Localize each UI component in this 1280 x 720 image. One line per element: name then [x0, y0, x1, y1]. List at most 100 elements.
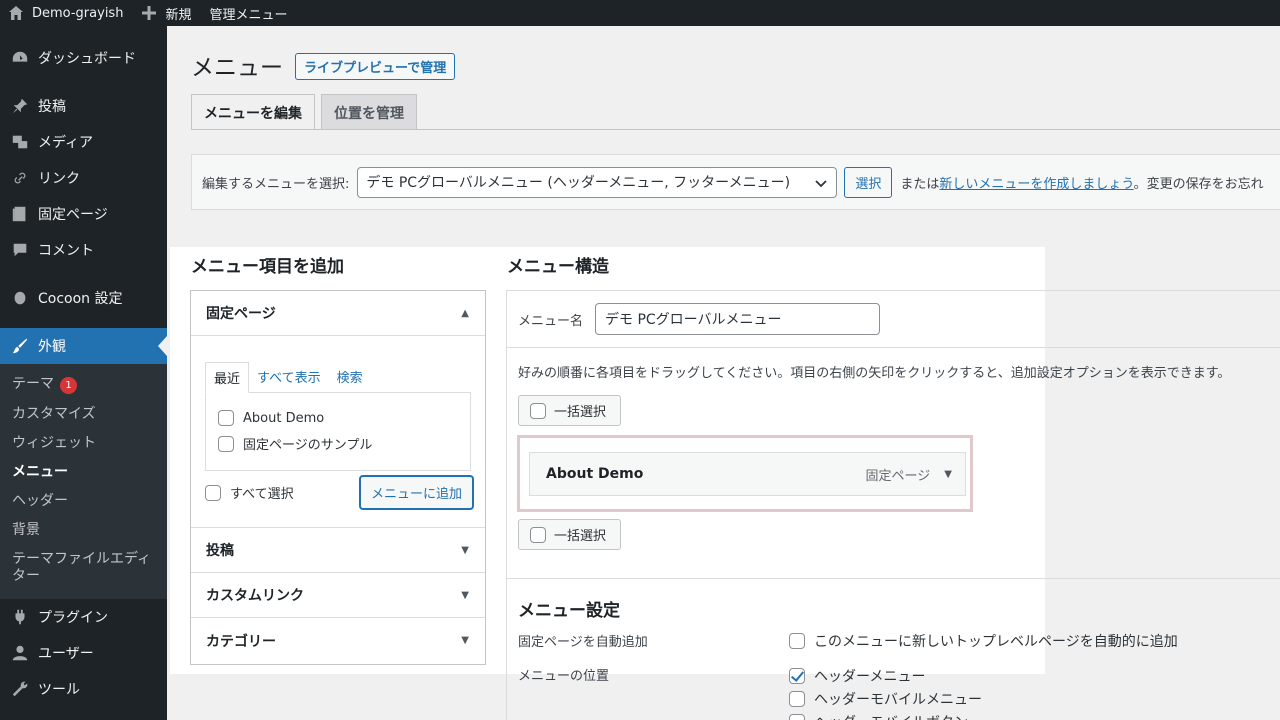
house-icon: [8, 5, 26, 21]
auto-add-checkbox[interactable]: [789, 633, 805, 649]
triangle-down-icon: ▼: [461, 635, 469, 646]
wrench-icon: [10, 679, 30, 699]
sidebar-item-label: 固定ページ: [38, 207, 108, 223]
select-menu-button[interactable]: 選択: [844, 166, 893, 198]
site-name: Demo-grayish: [32, 5, 124, 21]
media-icon: [10, 132, 30, 152]
bulk-select-button-top[interactable]: 一括選択: [518, 395, 621, 426]
menu-item-title: About Demo: [546, 466, 644, 482]
location-checkbox-header-mobile[interactable]: [789, 691, 805, 707]
chevron-down-icon: [815, 179, 828, 187]
auto-add-option: このメニューに新しいトップレベルページを自動的に追加: [789, 631, 1178, 651]
sidebar-item-appearance[interactable]: 外観: [0, 328, 167, 364]
submenu-widget[interactable]: ウィジェット: [0, 429, 167, 458]
accordion-posts-header[interactable]: 投稿 ▼: [191, 528, 485, 573]
submenu-theme-label: テーマ: [12, 376, 54, 392]
settings-divider: [507, 578, 1280, 579]
accordion-custom-links-header[interactable]: カスタムリンク ▼: [191, 573, 485, 618]
sidebar-item-label: リンク: [38, 171, 80, 187]
menu-select-dropdown[interactable]: デモ PCグローバルメニュー (ヘッダーメニュー, フッターメニュー): [357, 166, 838, 198]
sidebar-item-comments[interactable]: コメント: [0, 232, 167, 268]
tab-edit-menus[interactable]: メニューを編集: [191, 94, 315, 130]
new-content-link[interactable]: 新規: [141, 4, 191, 23]
menu-select-bar: 編集するメニューを選択: デモ PCグローバルメニュー (ヘッダーメニュー, フ…: [191, 154, 1280, 210]
sidebar-item-pages[interactable]: 固定ページ: [0, 196, 167, 232]
accordion-pages-header[interactable]: 固定ページ ▲: [191, 291, 485, 336]
plugin-icon: [10, 607, 30, 627]
page-checkbox-sample[interactable]: [218, 435, 234, 452]
menu-item-controls: 固定ページ ▼: [866, 465, 952, 484]
create-menu-suffix: 。変更の保存をお忘れ: [1133, 176, 1264, 192]
pages-tabs: 最近 すべて表示 検索: [205, 362, 471, 393]
submenu-theme[interactable]: テーマ 1: [0, 370, 167, 400]
bulk-select-checkbox: [530, 402, 546, 419]
menu-location-label: メニューの位置: [518, 669, 610, 684]
admin-bar: Demo-grayish 新規 管理メニュー: [0, 0, 1280, 26]
select-all-checkbox[interactable]: [205, 484, 221, 501]
add-to-menu-button[interactable]: メニューに追加: [359, 476, 473, 509]
tab-show-all[interactable]: すべて表示: [249, 362, 329, 393]
page-checkbox-about[interactable]: [218, 410, 234, 426]
live-preview-button[interactable]: ライブプレビューで管理: [295, 53, 456, 80]
menu-item-about-demo[interactable]: About Demo 固定ページ ▼: [529, 452, 966, 496]
accordion-pages-title: 固定ページ: [206, 306, 276, 322]
sidebar-item-label: コメント: [38, 243, 94, 259]
tab-manage-locations[interactable]: 位置を管理: [321, 94, 417, 130]
menu-select-value: デモ PCグローバルメニュー (ヘッダーメニュー, フッターメニュー): [366, 175, 791, 191]
triangle-down-icon: ▼: [461, 544, 469, 556]
tab-recent[interactable]: 最近: [205, 362, 250, 393]
accordion-categories-header[interactable]: カテゴリー ▼: [191, 618, 485, 663]
submenu-header[interactable]: ヘッダー: [0, 487, 167, 516]
admin-menu-label: 管理メニュー: [209, 7, 288, 23]
create-menu-prefix: または: [900, 176, 940, 192]
recent-pages-panel: About Demo 固定ページのサンプル: [205, 392, 471, 471]
submenu-theme-editor[interactable]: テーマファイルエディター: [0, 545, 167, 591]
location-option-header-mobile-button: ヘッダーモバイルボタン: [789, 712, 968, 720]
bulk-select-button-bottom[interactable]: 一括選択: [518, 519, 621, 550]
site-name-link[interactable]: Demo-grayish: [8, 5, 123, 21]
select-all-label: すべて選択: [230, 487, 294, 502]
location-option-header-mobile: ヘッダーモバイルメニュー: [789, 689, 982, 709]
location-option-label: ヘッダーモバイルメニュー: [814, 692, 982, 708]
tab-search[interactable]: 検索: [329, 362, 371, 393]
sidebar-item-tools[interactable]: ツール: [0, 671, 167, 707]
sidebar-item-users[interactable]: ユーザー: [0, 635, 167, 671]
link-icon: [10, 168, 30, 188]
submenu-background[interactable]: 背景: [0, 516, 167, 545]
menu-name-input[interactable]: デモ PCグローバルメニュー: [595, 303, 881, 335]
brush-icon: [10, 336, 30, 356]
bulk-select-checkbox: [530, 526, 546, 543]
expand-triangle-icon[interactable]: ▼: [944, 469, 952, 480]
sidebar-item-label: 外観: [38, 339, 66, 355]
create-new-menu-link[interactable]: 新しいメニューを作成しましょう: [939, 177, 1133, 192]
sidebar-item-label: プラグイン: [38, 610, 108, 626]
location-checkbox-header[interactable]: [789, 668, 805, 684]
submenu-customize[interactable]: カスタマイズ: [0, 400, 167, 429]
sidebar-item-cocoon[interactable]: Cocoon 設定: [0, 280, 167, 316]
drag-instructions: 好みの順番に各項目をドラッグしてください。項目の右側の矢印をクリックすると、追加…: [518, 366, 1231, 381]
page-label: About Demo: [243, 410, 325, 426]
accordion-custom-links-title: カスタムリンク: [206, 588, 304, 604]
sidebar-item-dashboard[interactable]: ダッシュボード: [0, 40, 167, 76]
comment-icon: [10, 240, 30, 260]
pin-icon: [10, 96, 30, 116]
auto-add-option-label: このメニューに新しいトップレベルページを自動的に追加: [814, 634, 1178, 650]
triangle-down-icon: ▼: [461, 589, 469, 601]
sidebar-item-media[interactable]: メディア: [0, 124, 167, 160]
page-title: メニュー: [191, 55, 283, 81]
user-icon: [10, 643, 30, 663]
accordion-categories-title: カテゴリー: [206, 633, 276, 650]
sidebar-item-links[interactable]: リンク: [0, 160, 167, 196]
location-option-header: ヘッダーメニュー: [789, 666, 925, 686]
sidebar-item-label: 投稿: [38, 99, 66, 115]
menu-name-label: メニュー名: [518, 313, 584, 329]
accordion-pages-footer: すべて選択 メニューに追加: [205, 476, 473, 509]
menu-item-type: 固定ページ: [865, 468, 931, 484]
submenu-menu[interactable]: メニュー: [0, 458, 167, 487]
sidebar-item-posts[interactable]: 投稿: [0, 88, 167, 124]
location-checkbox-header-mobile-button[interactable]: [789, 714, 805, 720]
plus-icon: [141, 5, 159, 21]
admin-menu-link[interactable]: 管理メニュー: [209, 4, 287, 23]
sidebar-item-plugins[interactable]: プラグイン: [0, 599, 167, 635]
tabs-divider: [191, 129, 1280, 130]
